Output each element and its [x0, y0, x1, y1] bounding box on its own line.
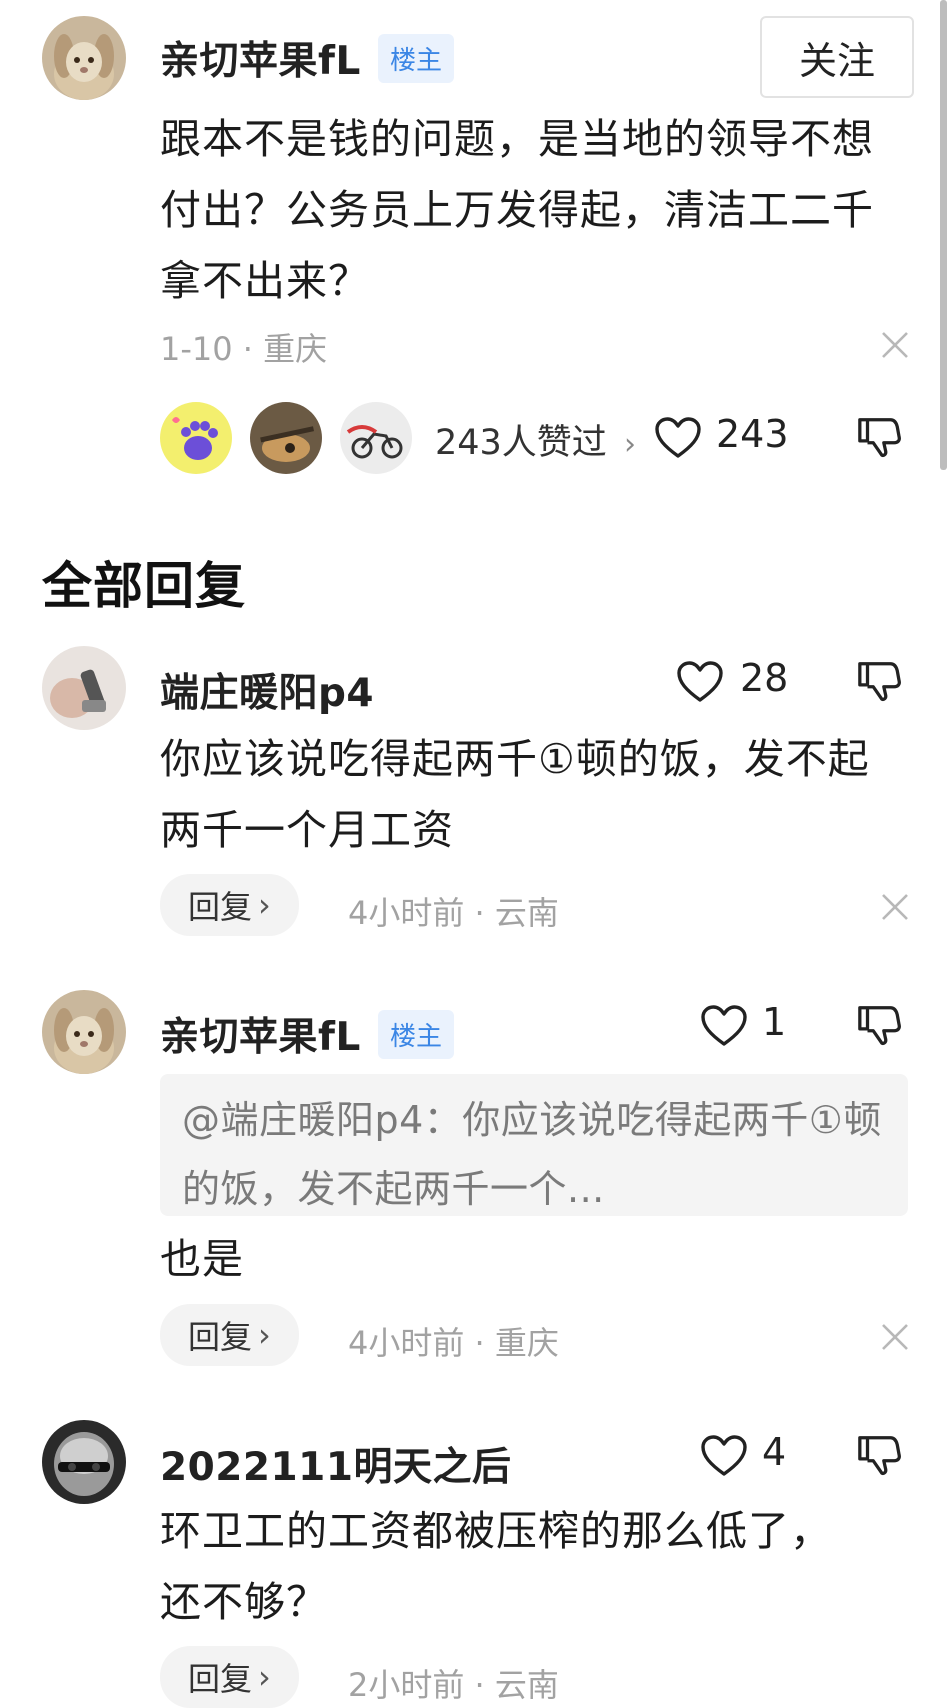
section-title: 全部回复 — [42, 557, 246, 615]
reply-meta: 4小时前 · 云南 — [348, 894, 559, 932]
reply-text: 你应该说吃得起两千①顿的饭，发不起两千一个月工资 — [160, 735, 870, 854]
follow-button[interactable]: 关注 — [760, 16, 914, 98]
op-badge: 楼主 — [378, 34, 455, 83]
close-icon[interactable] — [880, 892, 910, 922]
like-count: 243 — [716, 412, 789, 456]
thumbs-down-icon[interactable] — [856, 1432, 902, 1478]
reply-button[interactable]: 回复 › — [160, 874, 299, 936]
close-icon[interactable] — [880, 330, 910, 360]
reply-button[interactable]: 回复 › — [160, 1304, 299, 1366]
reply-meta: 2小时前 · 云南 — [348, 1666, 559, 1704]
thumbs-down-icon[interactable] — [856, 658, 902, 704]
like-count: 1 — [762, 1000, 787, 1044]
avatar[interactable] — [42, 16, 126, 100]
username[interactable]: 端庄暖阳p4 — [160, 662, 374, 718]
heart-icon[interactable] — [676, 660, 724, 704]
avatar[interactable] — [42, 990, 126, 1074]
rabbit-avatar-icon — [42, 16, 126, 100]
heart-icon[interactable] — [700, 1004, 748, 1048]
paw-icon — [160, 402, 232, 474]
scrollbar[interactable] — [940, 0, 947, 470]
op-badge: 楼主 — [378, 1010, 455, 1059]
like-count: 28 — [740, 656, 789, 700]
avatar[interactable] — [42, 1420, 126, 1504]
reply-label: 回复 — [188, 1660, 253, 1698]
guitar-icon — [250, 402, 322, 474]
hand-avatar-icon — [42, 646, 126, 730]
username[interactable]: 2022111明天之后 — [160, 1436, 511, 1492]
reply-text: 环卫工的工资都被压榨的那么低了，还不够？ — [160, 1507, 832, 1626]
liker-avatar[interactable] — [340, 402, 412, 474]
helmet-avatar-icon — [42, 1420, 126, 1504]
thumbs-down-icon[interactable] — [856, 414, 902, 460]
heart-icon[interactable] — [700, 1434, 748, 1478]
username[interactable]: 亲切苹果fL — [160, 30, 361, 86]
reply-label: 回复 — [188, 888, 253, 926]
liker-avatar[interactable] — [160, 402, 232, 474]
post-meta: 1-10 · 重庆 — [160, 330, 328, 368]
liked-by-link[interactable]: 243人赞过 › — [435, 414, 636, 465]
liker-avatar[interactable] — [250, 402, 322, 474]
close-icon[interactable] — [880, 1322, 910, 1352]
reply-button[interactable]: 回复 › — [160, 1646, 299, 1708]
avatar[interactable] — [42, 646, 126, 730]
chevron-right-icon: › — [258, 886, 271, 924]
thumbs-down-icon[interactable] — [856, 1002, 902, 1048]
chevron-right-icon: › — [258, 1316, 271, 1354]
motorcycle-icon — [340, 402, 412, 474]
rabbit-avatar-icon — [42, 990, 126, 1074]
post-text: 跟本不是钱的问题，是当地的领导不想付出？公务员上万发得起，清洁工二千拿不出来？ — [160, 115, 874, 305]
reply-meta: 4小时前 · 重庆 — [348, 1324, 559, 1362]
reply-text: 也是 — [160, 1235, 244, 1283]
liked-by-text: 243人赞过 — [435, 423, 607, 463]
chevron-right-icon: › — [623, 427, 636, 462]
quoted-reply[interactable]: @端庄暖阳p4：你应该说吃得起两千①顿的饭，发不起两千一个... — [160, 1074, 908, 1216]
username[interactable]: 亲切苹果fL — [160, 1006, 361, 1062]
reply-label: 回复 — [188, 1318, 253, 1356]
chevron-right-icon: › — [258, 1658, 271, 1696]
heart-icon[interactable] — [654, 416, 702, 460]
like-count: 4 — [762, 1430, 787, 1474]
